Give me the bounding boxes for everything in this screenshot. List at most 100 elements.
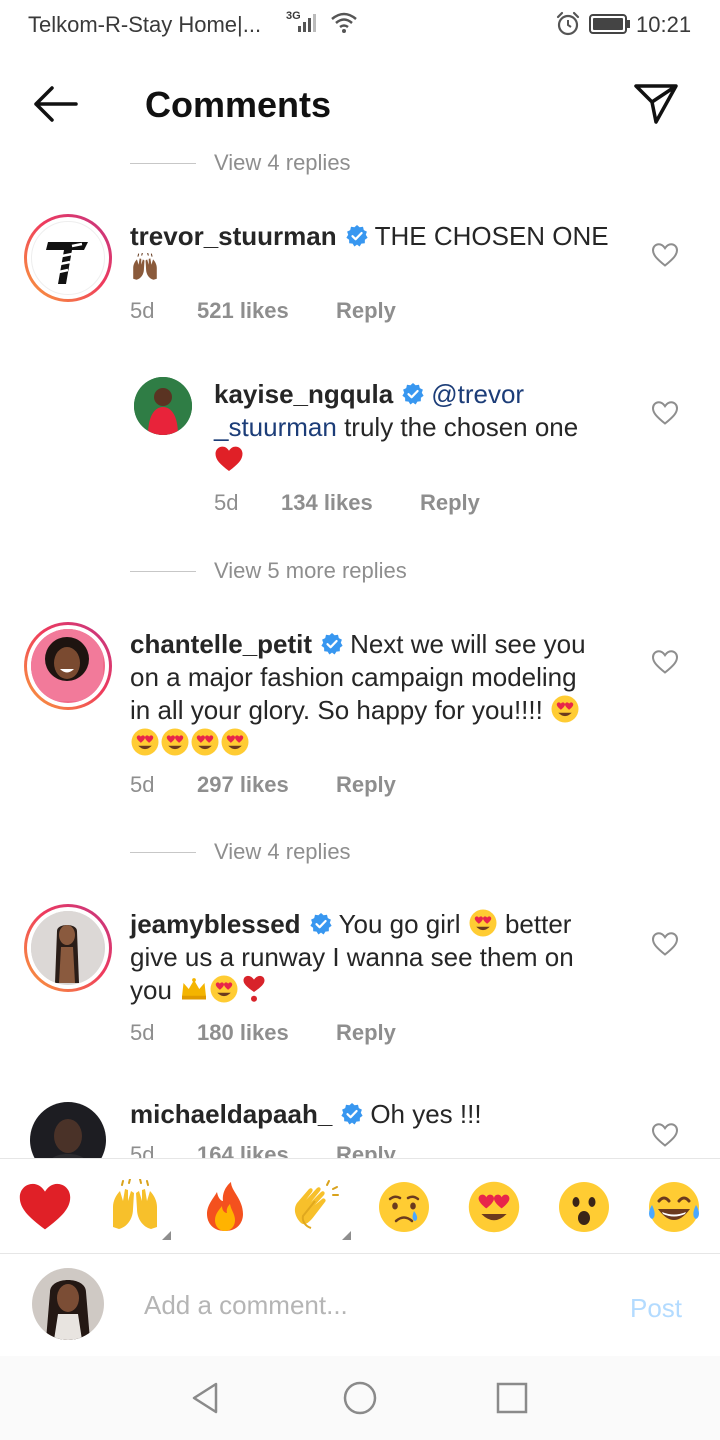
direct-send-icon[interactable] [628,78,684,130]
wifi-icon [331,12,357,33]
comment-text-line2: give us a runway I wanna see them on [130,942,574,972]
alarm-icon [556,11,580,36]
status-bar: Telkom-R-Stay Home|... 3G 10:21 [0,0,720,50]
reply-button[interactable]: Reply [336,1020,396,1046]
page-title: Comments [145,84,332,125]
verified-badge-icon [345,224,369,248]
avatar[interactable] [24,214,112,302]
raising-hands-emoji-icon[interactable] [107,1179,163,1235]
comment-text: truly the chosen one [344,412,579,442]
avatar[interactable] [24,622,112,710]
username[interactable]: jeamyblessed [130,909,301,939]
comment-item: trevor_stuurman THE CHOSEN ONE 5d 521 lik… [0,212,720,342]
red-heart-emoji-icon [214,444,244,474]
battery-icon [589,14,630,34]
verified-badge-icon [320,632,344,656]
comment-text: THE CHOSEN ONE [374,221,609,251]
reply-item: kayise_ngqula @trevor _stuurman truly the… [0,374,720,524]
avatar[interactable] [30,1102,106,1158]
skin-tone-variant-icon [342,1231,351,1240]
comment-body: michaeldapaah_ Oh yes !!! [130,1098,630,1131]
username[interactable]: trevor_stuurman [130,221,337,251]
reply-button[interactable]: Reply [336,1142,396,1158]
heart-eyes-emoji-icon [209,974,239,1004]
likes-count[interactable]: 521 likes [197,298,289,324]
likes-count[interactable]: 164 likes [197,1142,289,1158]
comment-item: michaeldapaah_ Oh yes !!! 5d 164 likes Re… [0,1098,720,1158]
view-replies-label: View 4 replies [214,839,351,864]
avatar [32,1268,104,1340]
comment-text-line3: you [130,975,172,1005]
skin-tone-variant-icon [162,1231,171,1240]
username[interactable]: chantelle_petit [130,629,312,659]
divider-line [130,852,196,853]
raising-hands-emoji-icon [133,253,157,280]
username[interactable]: kayise_ngqula [214,379,393,409]
heart-eyes-emoji-icon [160,727,190,757]
avatar-photo-icon [32,1268,104,1340]
likes-count[interactable]: 297 likes [197,772,289,798]
signal-icon [298,14,316,32]
avatar[interactable] [24,904,112,992]
heart-eyes-emoji-icon [468,908,498,938]
fire-emoji-icon[interactable] [197,1179,253,1235]
tears-of-joy-emoji-icon[interactable] [646,1179,702,1235]
avatar-photo-icon [31,629,103,701]
verified-badge-icon [401,382,425,406]
reply-button[interactable]: Reply [420,490,480,516]
likes-count[interactable]: 134 likes [281,490,373,516]
divider-line [130,163,196,164]
comment-text-line1a: You go girl [338,909,461,939]
clapping-hands-emoji-icon[interactable] [287,1179,343,1235]
comment-input[interactable] [144,1285,584,1325]
heart-outline-icon[interactable] [651,1122,679,1148]
nav-recents-icon[interactable] [492,1378,532,1418]
post-button[interactable]: Post [630,1293,682,1324]
avatar-photo-icon [30,1102,106,1158]
mention-link-continued[interactable]: _stuurman [214,412,337,442]
verified-badge-icon [340,1102,364,1126]
heart-outline-icon[interactable] [651,242,679,268]
mention-link[interactable]: @trevor [431,379,524,409]
nav-home-icon[interactable] [340,1378,380,1418]
heart-outline-icon[interactable] [651,931,679,957]
comment-age: 5d [130,772,155,797]
carrier-label: Telkom-R-Stay Home|... [28,12,262,37]
comments-list[interactable]: View 4 replies trevor_stuurman THE CHOSEN… [0,150,720,1158]
reply-button[interactable]: Reply [336,298,396,324]
comment-item: jeamyblessed You go girl better give us a… [0,904,720,1064]
comment-text-line2: on a major fashion campaign modeling [130,662,577,692]
comment-composer: Post [0,1255,720,1355]
username[interactable]: michaeldapaah_ [130,1099,332,1129]
heart-eyes-emoji-icon [190,727,220,757]
crying-face-emoji-icon[interactable] [376,1179,432,1235]
comment-age: 5d [130,1020,155,1045]
comment-body: chantelle_petit Next we will see you on a… [130,628,630,760]
heart-eyes-emoji-icon [550,694,580,724]
comment-body: jeamyblessed You go girl better give us a… [130,908,630,1007]
comment-body: trevor_stuurman THE CHOSEN ONE [130,220,630,286]
likes-count[interactable]: 180 likes [197,1020,289,1046]
heart-outline-icon[interactable] [651,649,679,675]
heart-eyes-emoji-icon [130,727,160,757]
heart-eyes-emoji-icon [220,727,250,757]
heart-exclamation-emoji-icon [239,974,269,1004]
reply-button[interactable]: Reply [336,772,396,798]
header: Comments [0,60,720,150]
heart-outline-icon[interactable] [651,400,679,426]
comment-text: Oh yes !!! [370,1099,482,1129]
comment-age: 5d [130,1142,155,1158]
verified-badge-icon [309,912,333,936]
surprised-face-emoji-icon[interactable] [556,1179,612,1235]
comment-age: 5d [130,298,155,323]
comment-text-line3: in all your glory. So happy for you!!!! [130,695,543,725]
clock: 10:21 [636,12,692,37]
avatar[interactable] [134,377,192,435]
crown-emoji-icon [179,974,209,1004]
system-nav-bar [0,1356,720,1440]
back-arrow-icon[interactable] [22,78,88,130]
heart-eyes-emoji-icon[interactable] [466,1179,522,1235]
avatar-photo-icon [31,911,103,983]
nav-back-icon[interactable] [186,1378,226,1418]
red-heart-emoji-icon[interactable] [17,1179,73,1235]
